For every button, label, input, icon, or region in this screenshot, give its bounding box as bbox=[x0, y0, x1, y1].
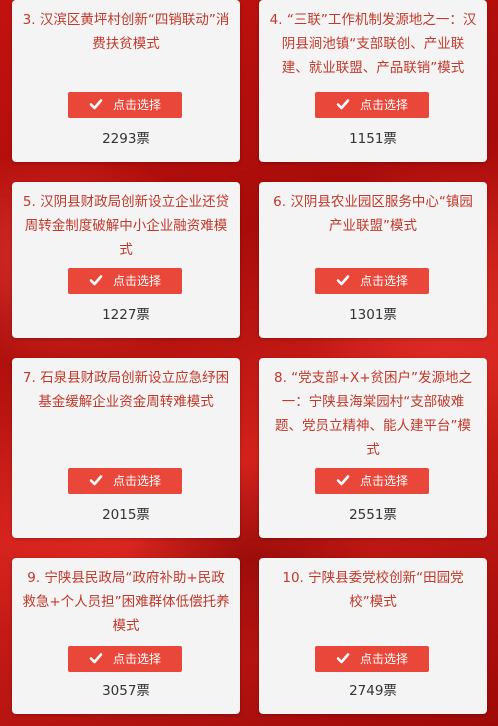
candidate-title: 8. “党支部+X+贫困户”发源地之一：宁陕县海棠园村“支部破难题、党员立精神、… bbox=[273, 370, 473, 458]
vote-count: 2551票 bbox=[349, 507, 397, 523]
checkmark-icon bbox=[89, 653, 103, 664]
select-button-label: 点击选择 bbox=[359, 274, 408, 288]
checkmark-icon bbox=[89, 475, 103, 486]
select-button[interactable]: 点击选择 bbox=[315, 268, 429, 294]
vote-count: 1151票 bbox=[349, 131, 397, 147]
select-button-label: 点击选择 bbox=[112, 652, 161, 666]
vote-count: 2749票 bbox=[349, 683, 397, 699]
select-button-label: 点击选择 bbox=[112, 98, 161, 112]
checkmark-icon bbox=[89, 99, 103, 110]
candidate-card: 6. 汉阴县农业园区服务中心“镇园产业联盟”模式 点击选择 1301票 bbox=[259, 182, 487, 338]
select-button[interactable]: 点击选择 bbox=[68, 268, 182, 294]
checkmark-icon bbox=[336, 99, 350, 110]
candidate-title: 5. 汉阴县财政局创新设立企业还贷周转金制度破解中小企业融资难模式 bbox=[22, 194, 230, 258]
candidate-card: 9. 宁陕县民政局“政府补助+民政救急+个人员担”困难群体低偿托养模式 点击选择… bbox=[12, 558, 240, 714]
select-button-label: 点击选择 bbox=[359, 652, 408, 666]
checkmark-icon bbox=[336, 475, 350, 486]
vote-count: 2293票 bbox=[102, 131, 150, 147]
select-button-label: 点击选择 bbox=[112, 274, 161, 288]
vote-count: 1227票 bbox=[102, 307, 150, 323]
candidate-card: 3. 汉滨区黄坪村创新“四销联动”消费扶贫模式 点击选择 2293票 bbox=[12, 0, 240, 162]
candidate-card: 10. 宁陕县委党校创新“田园党校”模式 点击选择 2749票 bbox=[259, 558, 487, 714]
select-button[interactable]: 点击选择 bbox=[315, 646, 429, 672]
candidate-title: 9. 宁陕县民政局“政府补助+民政救急+个人员担”困难群体低偿托养模式 bbox=[22, 570, 230, 634]
vote-count: 3057票 bbox=[102, 683, 150, 699]
candidate-title: 3. 汉滨区黄坪村创新“四销联动”消费扶贫模式 bbox=[22, 12, 230, 52]
candidate-title: 7. 石泉县财政局创新设立应急纾困基金缓解企业资金周转难模式 bbox=[22, 370, 230, 410]
select-button[interactable]: 点击选择 bbox=[315, 92, 429, 118]
select-button-label: 点击选择 bbox=[359, 474, 408, 488]
select-button[interactable]: 点击选择 bbox=[315, 468, 429, 494]
candidate-grid: 3. 汉滨区黄坪村创新“四销联动”消费扶贫模式 点击选择 2293票 4. “三… bbox=[0, 0, 498, 726]
select-button-label: 点击选择 bbox=[359, 98, 408, 112]
select-button[interactable]: 点击选择 bbox=[68, 646, 182, 672]
candidate-card: 8. “党支部+X+贫困户”发源地之一：宁陕县海棠园村“支部破难题、党员立精神、… bbox=[259, 358, 487, 538]
checkmark-icon bbox=[89, 275, 103, 286]
checkmark-icon bbox=[336, 275, 350, 286]
candidate-card: 7. 石泉县财政局创新设立应急纾困基金缓解企业资金周转难模式 点击选择 2015… bbox=[12, 358, 240, 538]
checkmark-icon bbox=[336, 653, 350, 664]
vote-count: 1301票 bbox=[349, 307, 397, 323]
candidate-title: 6. 汉阴县农业园区服务中心“镇园产业联盟”模式 bbox=[273, 194, 473, 234]
select-button[interactable]: 点击选择 bbox=[68, 468, 182, 494]
vote-count: 2015票 bbox=[102, 507, 150, 523]
candidate-card: 5. 汉阴县财政局创新设立企业还贷周转金制度破解中小企业融资难模式 点击选择 1… bbox=[12, 182, 240, 338]
select-button[interactable]: 点击选择 bbox=[68, 92, 182, 118]
select-button-label: 点击选择 bbox=[112, 474, 161, 488]
candidate-title: 4. “三联”工作机制发源地之一：汉阴县涧池镇“支部联创、产业联建、就业联盟、产… bbox=[269, 12, 477, 76]
candidate-title: 10. 宁陕县委党校创新“田园党校”模式 bbox=[282, 570, 464, 610]
candidate-card: 4. “三联”工作机制发源地之一：汉阴县涧池镇“支部联创、产业联建、就业联盟、产… bbox=[259, 0, 487, 162]
